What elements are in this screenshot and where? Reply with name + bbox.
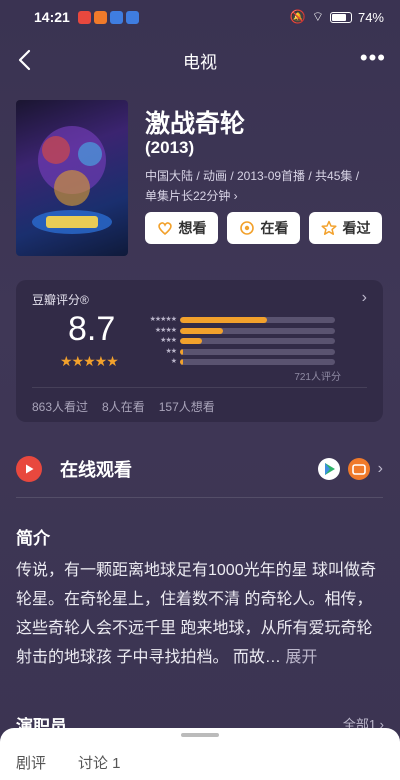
movie-meta[interactable]: 中国大陆 / 动画 / 2013-09首播 / 共45集 / 单集片长22分钟 … <box>145 166 390 206</box>
drag-handle[interactable] <box>181 733 219 737</box>
rating-stars-icon: ★★★★★ <box>60 353 119 369</box>
online-watch-label: 在线观看 <box>60 460 132 480</box>
dist-fill-3 <box>180 338 202 344</box>
back-icon[interactable] <box>12 46 40 74</box>
rating-label: 豆瓣评分® <box>32 293 89 307</box>
eye-icon <box>239 221 254 235</box>
rating-distribution: ★★★★★ ★★★★ ★★★ ★★ ★ <box>140 315 345 368</box>
meta-line: 中国大陆 / 动画 / 2013-09首播 / 共45集 / <box>145 169 360 183</box>
intro-text[interactable]: 传说，有一颗距离地球足有1000光年的星 球叫做奇轮星。在奇轮星上，住着数不清 … <box>16 556 384 672</box>
heart-icon <box>157 222 172 236</box>
poster-image[interactable] <box>16 100 128 256</box>
expand-link[interactable]: 展开 <box>285 649 317 666</box>
star-icon <box>320 220 337 235</box>
want-button[interactable]: 想看 <box>145 212 218 244</box>
dist-row-3: ★★★ <box>140 336 345 346</box>
meta-line: 单集片长22分钟 › <box>145 189 238 203</box>
tab-reviews[interactable]: 剧评 <box>16 752 46 773</box>
action-buttons: 想看 在看 看过 <box>145 212 382 244</box>
want-count: 157人想看 <box>158 400 215 414</box>
nav-bar: 电视 ••• <box>0 40 400 80</box>
status-time: 14:21 <box>34 9 70 25</box>
page-title: 电视 <box>183 52 217 72</box>
rating-score: 8.7 <box>68 310 116 348</box>
dist-fill-1 <box>180 359 184 365</box>
sheet-tabs: 剧评 讨论 1 <box>16 752 121 773</box>
battery-icon <box>329 11 352 23</box>
status-bar: 14:21 🔕 ⌔ 74% <box>0 0 400 34</box>
dist-row-1: ★ <box>140 357 345 367</box>
divider <box>16 497 383 498</box>
wifi-icon: ⌔ <box>311 9 324 24</box>
app-notif-icon <box>125 10 139 24</box>
rating-card[interactable]: 豆瓣评分® › 8.7 ★★★★★ ★★★★★ ★★★★ ★★★ ★★ ★ 72… <box>16 280 383 422</box>
battery-level: 74% <box>357 9 384 25</box>
app-notif-icon <box>77 10 91 24</box>
tencent-video-icon[interactable] <box>317 458 340 480</box>
play-icon <box>16 456 42 482</box>
want-label: 想看 <box>178 220 207 236</box>
mango-tv-icon[interactable] <box>347 458 370 480</box>
watching-count: 8人在看 <box>102 400 145 414</box>
dist-row-2: ★★ <box>140 347 345 357</box>
movie-year: (2013) <box>145 138 195 157</box>
app-notif-icon <box>93 10 107 24</box>
dist-fill-5 <box>180 317 267 323</box>
tab-discussion[interactable]: 讨论 1 <box>78 752 121 773</box>
rating-stats: 863人看过 8人在看 157人想看 <box>32 398 215 415</box>
more-icon[interactable]: ••• <box>360 47 386 69</box>
dist-row-5: ★★★★★ <box>140 315 345 325</box>
app-notif-icon <box>109 10 123 24</box>
rating-count: 721人评分 <box>294 372 341 383</box>
watched-label: 看过 <box>342 220 371 236</box>
intro-body: 传说，有一颗距离地球足有1000光年的星 球叫做奇轮星。在奇轮星上，住着数不清 … <box>16 562 377 666</box>
notification-icons <box>77 10 139 24</box>
watched-button[interactable]: 看过 <box>309 212 382 244</box>
mute-icon: 🔕 <box>289 9 306 24</box>
bottom-sheet[interactable]: 剧评 讨论 1 <box>0 728 400 780</box>
dist-fill-2 <box>180 348 184 355</box>
watching-label: 在看 <box>260 220 289 236</box>
intro-title: 简介 <box>16 529 50 548</box>
chevron-right-icon[interactable]: › <box>378 460 383 478</box>
watched-count: 863人看过 <box>32 400 89 414</box>
dist-fill-4 <box>180 327 224 334</box>
dist-row-4: ★★★★ <box>140 326 345 336</box>
watching-button[interactable]: 在看 <box>227 212 300 244</box>
movie-title: 激战奇轮 <box>145 110 246 138</box>
chevron-right-icon[interactable]: › <box>362 289 367 307</box>
online-watch-row[interactable]: 在线观看 › <box>16 452 383 486</box>
divider <box>32 387 367 388</box>
